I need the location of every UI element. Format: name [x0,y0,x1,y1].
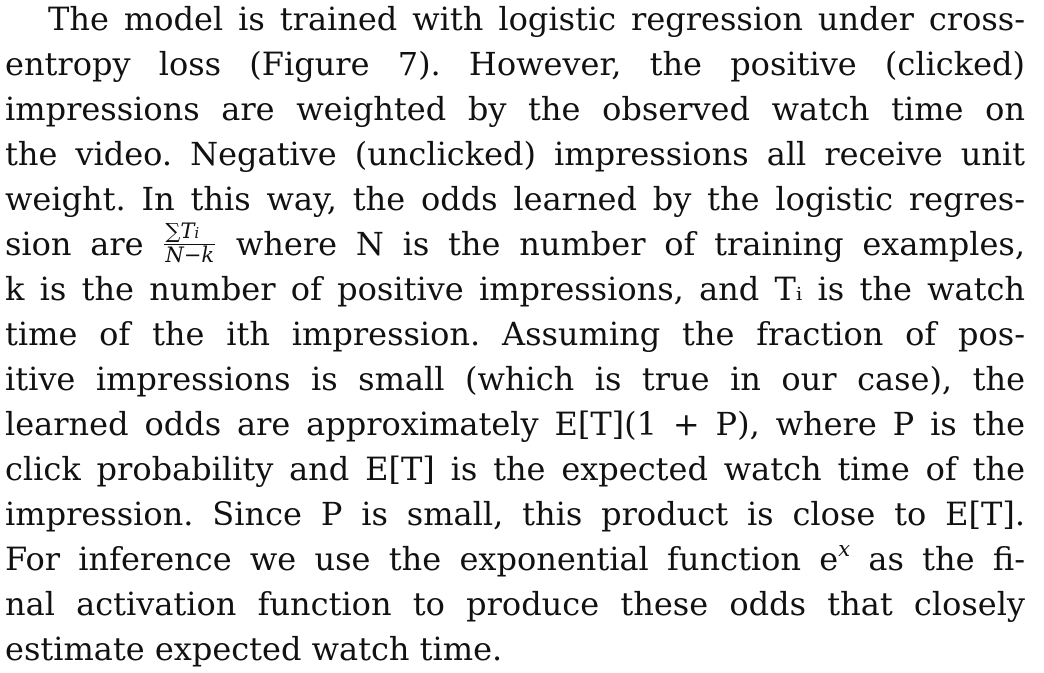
text-line-9: itive impressions is small (which is tru… [5,360,1025,398]
text-line-13-start: For inference we use the exponential fun… [5,540,839,578]
text-line-6: sion are ∑Ti N−k where N is the number o… [5,222,1025,267]
text-line-2: entropy loss (Figure 7). However, the po… [5,45,1025,83]
text-line-3: impressions are weighted by the observed… [5,90,1025,128]
exponent: x [838,537,851,562]
text-line-1: The model is trained with logistic regre… [48,0,1025,38]
text-line-4: the video. Negative (unclicked) impressi… [5,135,1025,173]
text-line-8: time of the ith impression. Assuming the… [5,315,1025,353]
odds-fraction: ∑Ti N−k [164,222,216,267]
text-line-15: estimate expected watch time. [5,630,503,668]
text-line-14: nal activation function to produce these… [5,585,1025,623]
text-line-6-end: where N is the number of training exampl… [235,225,1025,263]
fraction-numerator: ∑Ti [164,222,216,245]
text-line-11: click probability and E[T] is the expect… [5,450,1025,488]
text-line-13: For inference we use the exponential fun… [5,537,1025,582]
text-line-10: learned odds are approximately E[T](1 + … [5,405,1025,443]
text-line-7: k is the number of positive impressions,… [5,270,1025,308]
text-line-12: impression. Since P is small, this produ… [5,495,1025,533]
fraction-denominator: N−k [165,243,215,267]
text-line-6-start: sion are [5,225,144,263]
paper-page: The model is trained with logistic regre… [0,0,1044,673]
text-line-5: weight. In this way, the odds learned by… [5,180,1025,218]
text-line-13-end: as the fi- [868,540,1025,578]
